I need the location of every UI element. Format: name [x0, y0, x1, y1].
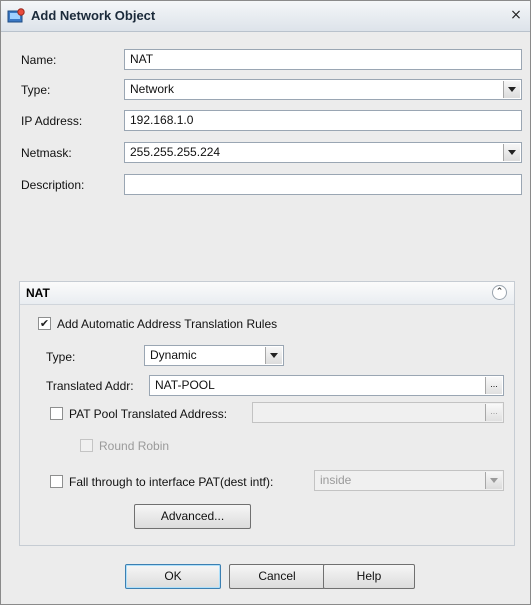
pat-pool-field: ...	[252, 402, 504, 423]
ip-address-field[interactable]: 192.168.1.0	[124, 110, 522, 131]
nat-section: NAT ⌃ ✔ Add Automatic Address Translatio…	[19, 281, 515, 546]
dialog-title: Add Network Object	[31, 8, 156, 23]
ip-address-label: IP Address:	[21, 114, 83, 128]
round-robin-label: Round Robin	[99, 439, 170, 453]
nat-type-select-value: Dynamic	[150, 348, 197, 362]
nat-type-select[interactable]: Dynamic	[144, 345, 284, 366]
collapse-icon[interactable]: ⌃	[492, 285, 507, 300]
pat-pool-checkbox[interactable]	[50, 407, 63, 420]
name-field[interactable]: NAT	[124, 49, 522, 70]
nat-section-header[interactable]: NAT ⌃	[20, 282, 514, 305]
ok-button[interactable]: OK	[125, 564, 221, 589]
translated-addr-value: NAT-POOL	[155, 378, 215, 392]
add-network-object-dialog: Add Network Object × Name: NAT Type: Net…	[0, 0, 531, 605]
netmask-select-value: 255.255.255.224	[130, 145, 221, 159]
auto-translation-label: Add Automatic Address Translation Rules	[57, 317, 278, 331]
round-robin-checkbox	[80, 439, 93, 452]
browse-button[interactable]: ...	[485, 377, 502, 394]
translated-addr-field[interactable]: NAT-POOL ...	[149, 375, 504, 396]
auto-translation-checkbox[interactable]: ✔	[38, 317, 51, 330]
advanced-button[interactable]: Advanced...	[134, 504, 251, 529]
type-select[interactable]: Network	[124, 79, 522, 100]
fall-through-checkbox[interactable]	[50, 475, 63, 488]
help-button[interactable]: Help	[323, 564, 415, 589]
fall-through-select: inside	[314, 470, 504, 491]
title-bar: Add Network Object ×	[1, 1, 530, 32]
nat-section-title: NAT	[26, 286, 50, 300]
chevron-down-icon	[485, 472, 502, 489]
nat-type-label: Type:	[46, 350, 76, 364]
chevron-down-icon[interactable]	[503, 144, 520, 161]
description-label: Description:	[21, 178, 85, 192]
pat-pool-browse-button: ...	[485, 404, 502, 421]
chevron-down-icon[interactable]	[503, 81, 520, 98]
type-select-value: Network	[130, 82, 175, 96]
pat-pool-label: PAT Pool Translated Address:	[69, 407, 228, 421]
fall-through-label: Fall through to interface PAT(dest intf)…	[69, 475, 274, 489]
chevron-down-icon[interactable]	[265, 347, 282, 364]
translated-addr-label: Translated Addr:	[46, 379, 134, 393]
fall-through-value: inside	[320, 473, 352, 487]
netmask-label: Netmask:	[21, 146, 72, 160]
close-icon[interactable]: ×	[508, 7, 524, 23]
type-label: Type:	[21, 83, 51, 97]
netmask-select[interactable]: 255.255.255.224	[124, 142, 522, 163]
cancel-button[interactable]: Cancel	[229, 564, 325, 589]
network-object-icon	[7, 8, 25, 23]
description-field[interactable]	[124, 174, 522, 195]
name-label: Name:	[21, 53, 57, 67]
